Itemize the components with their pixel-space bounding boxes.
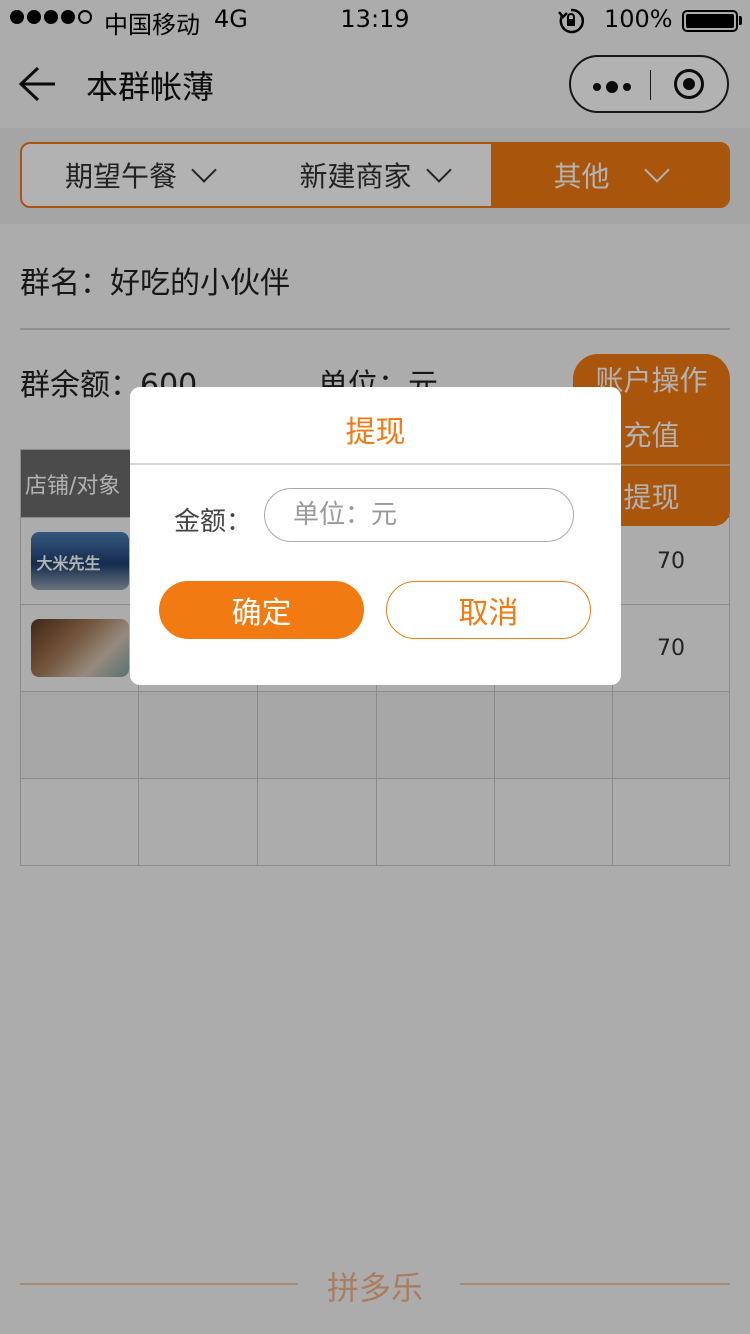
withdraw-dialog: 提现 金额： 确定 取消 (130, 387, 621, 685)
dialog-title: 提现 (345, 415, 406, 450)
amount-input[interactable] (264, 488, 574, 542)
amount-label: 金额： (174, 507, 253, 537)
dialog-divider (130, 463, 621, 465)
cancel-button[interactable]: 取消 (386, 581, 591, 639)
confirm-button[interactable]: 确定 (159, 581, 364, 639)
